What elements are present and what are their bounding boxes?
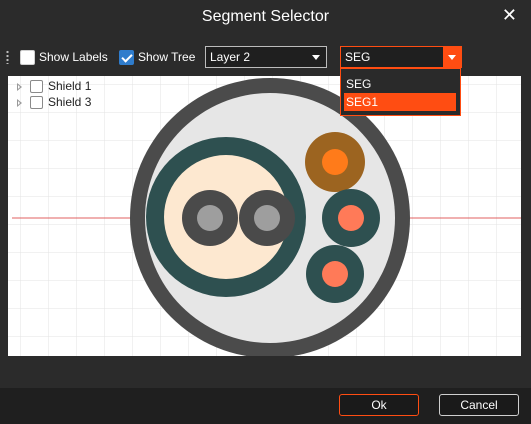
toolbar-grip-icon[interactable]	[6, 50, 9, 64]
title-bar: Segment Selector ✕	[0, 0, 531, 36]
ok-button[interactable]: Ok	[339, 394, 419, 416]
show-labels-checkbox[interactable]	[20, 50, 35, 65]
tree-item-checkbox[interactable]	[30, 80, 43, 93]
chevron-down-icon	[448, 55, 456, 60]
segment-dropdown-button[interactable]	[443, 47, 461, 67]
tree-item[interactable]: Shield 3	[8, 95, 128, 111]
layer-select-value: Layer 2	[210, 50, 251, 64]
cancel-button[interactable]: Cancel	[439, 394, 519, 416]
segment-option-seg[interactable]: SEG	[344, 75, 456, 93]
tree-item[interactable]: Shield 1	[8, 79, 128, 95]
show-tree-label: Show Tree	[138, 50, 196, 64]
conductor-right-core	[254, 205, 280, 231]
segment-option-seg1[interactable]: SEG1	[344, 93, 456, 111]
show-labels-label: Show Labels	[39, 50, 108, 64]
brown-insulator-core	[322, 149, 348, 175]
segment-dropdown-list: SEG SEG1	[340, 68, 461, 116]
tree-item-label: Shield 1	[48, 79, 92, 93]
teal-insulator-upper-core	[338, 205, 364, 231]
segment-select-value: SEG	[345, 50, 371, 64]
cable-canvas[interactable]	[8, 76, 521, 356]
chevron-down-icon	[312, 55, 320, 60]
conductor-left-core	[197, 205, 223, 231]
expand-arrow-icon[interactable]	[17, 99, 22, 107]
show-tree-checkbox[interactable]	[119, 50, 134, 65]
dialog-title: Segment Selector	[201, 8, 330, 25]
teal-insulator-lower-core	[322, 261, 348, 287]
layer-select[interactable]: Layer 2	[205, 46, 327, 68]
button-bar: Ok Cancel	[0, 388, 531, 424]
cable-cross-section	[8, 76, 521, 356]
tree-item-label: Shield 3	[48, 95, 92, 109]
tree-item-checkbox[interactable]	[30, 96, 43, 109]
expand-arrow-icon[interactable]	[17, 83, 22, 91]
segment-select[interactable]: SEG	[340, 46, 462, 68]
close-icon[interactable]: ✕	[502, 5, 517, 25]
